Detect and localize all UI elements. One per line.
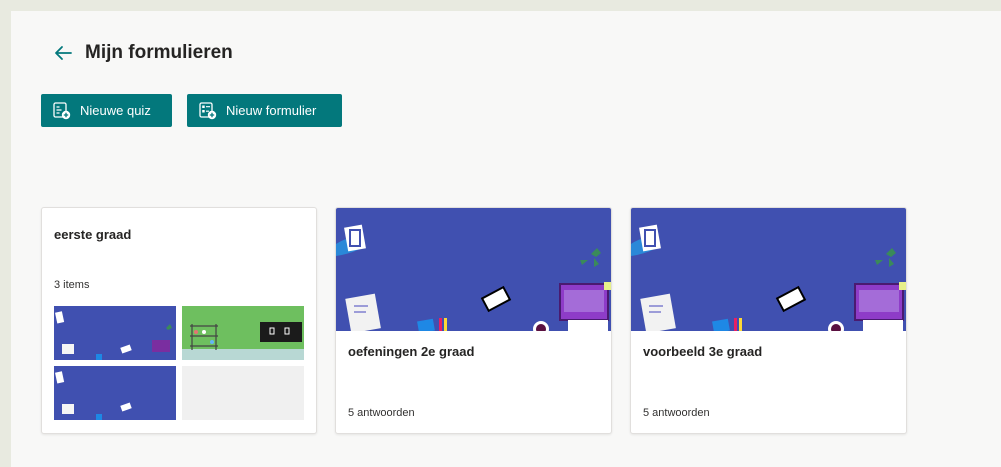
- form-thumbnail: [54, 366, 176, 420]
- form-cover-image: [631, 208, 906, 331]
- new-quiz-button[interactable]: Nieuwe quiz: [41, 94, 172, 127]
- form-add-icon: [199, 101, 217, 119]
- form-thumbnail: [182, 306, 304, 360]
- form-title: voorbeeld 3e graad: [643, 344, 763, 359]
- arrow-left-icon: [55, 46, 72, 60]
- form-cover-image: [336, 208, 611, 331]
- page-title: Mijn formulieren: [85, 42, 233, 63]
- quiz-add-icon: [53, 101, 71, 119]
- form-response-count: 5 antwoorden: [348, 407, 415, 419]
- form-card[interactable]: oefeningen 2e graad 5 antwoorden: [335, 207, 612, 434]
- form-card[interactable]: voorbeeld 3e graad 5 antwoorden: [630, 207, 907, 434]
- new-quiz-label: Nieuwe quiz: [80, 103, 151, 118]
- form-response-count: 5 antwoorden: [643, 407, 710, 419]
- page-header: Mijn formulieren: [51, 41, 233, 65]
- back-button[interactable]: [51, 41, 75, 65]
- new-form-label: Nieuw formulier: [226, 103, 317, 118]
- main-panel: Mijn formulieren Nieuwe quiz Nieuw formu…: [11, 11, 1001, 467]
- empty-thumbnail: [182, 366, 304, 420]
- new-form-button[interactable]: Nieuw formulier: [187, 94, 342, 127]
- collection-card[interactable]: eerste graad 3 items: [41, 207, 317, 434]
- collection-title: eerste graad: [54, 227, 132, 242]
- form-title: oefeningen 2e graad: [348, 344, 475, 359]
- collection-item-count: 3 items: [54, 279, 90, 291]
- form-thumbnail: [54, 306, 176, 360]
